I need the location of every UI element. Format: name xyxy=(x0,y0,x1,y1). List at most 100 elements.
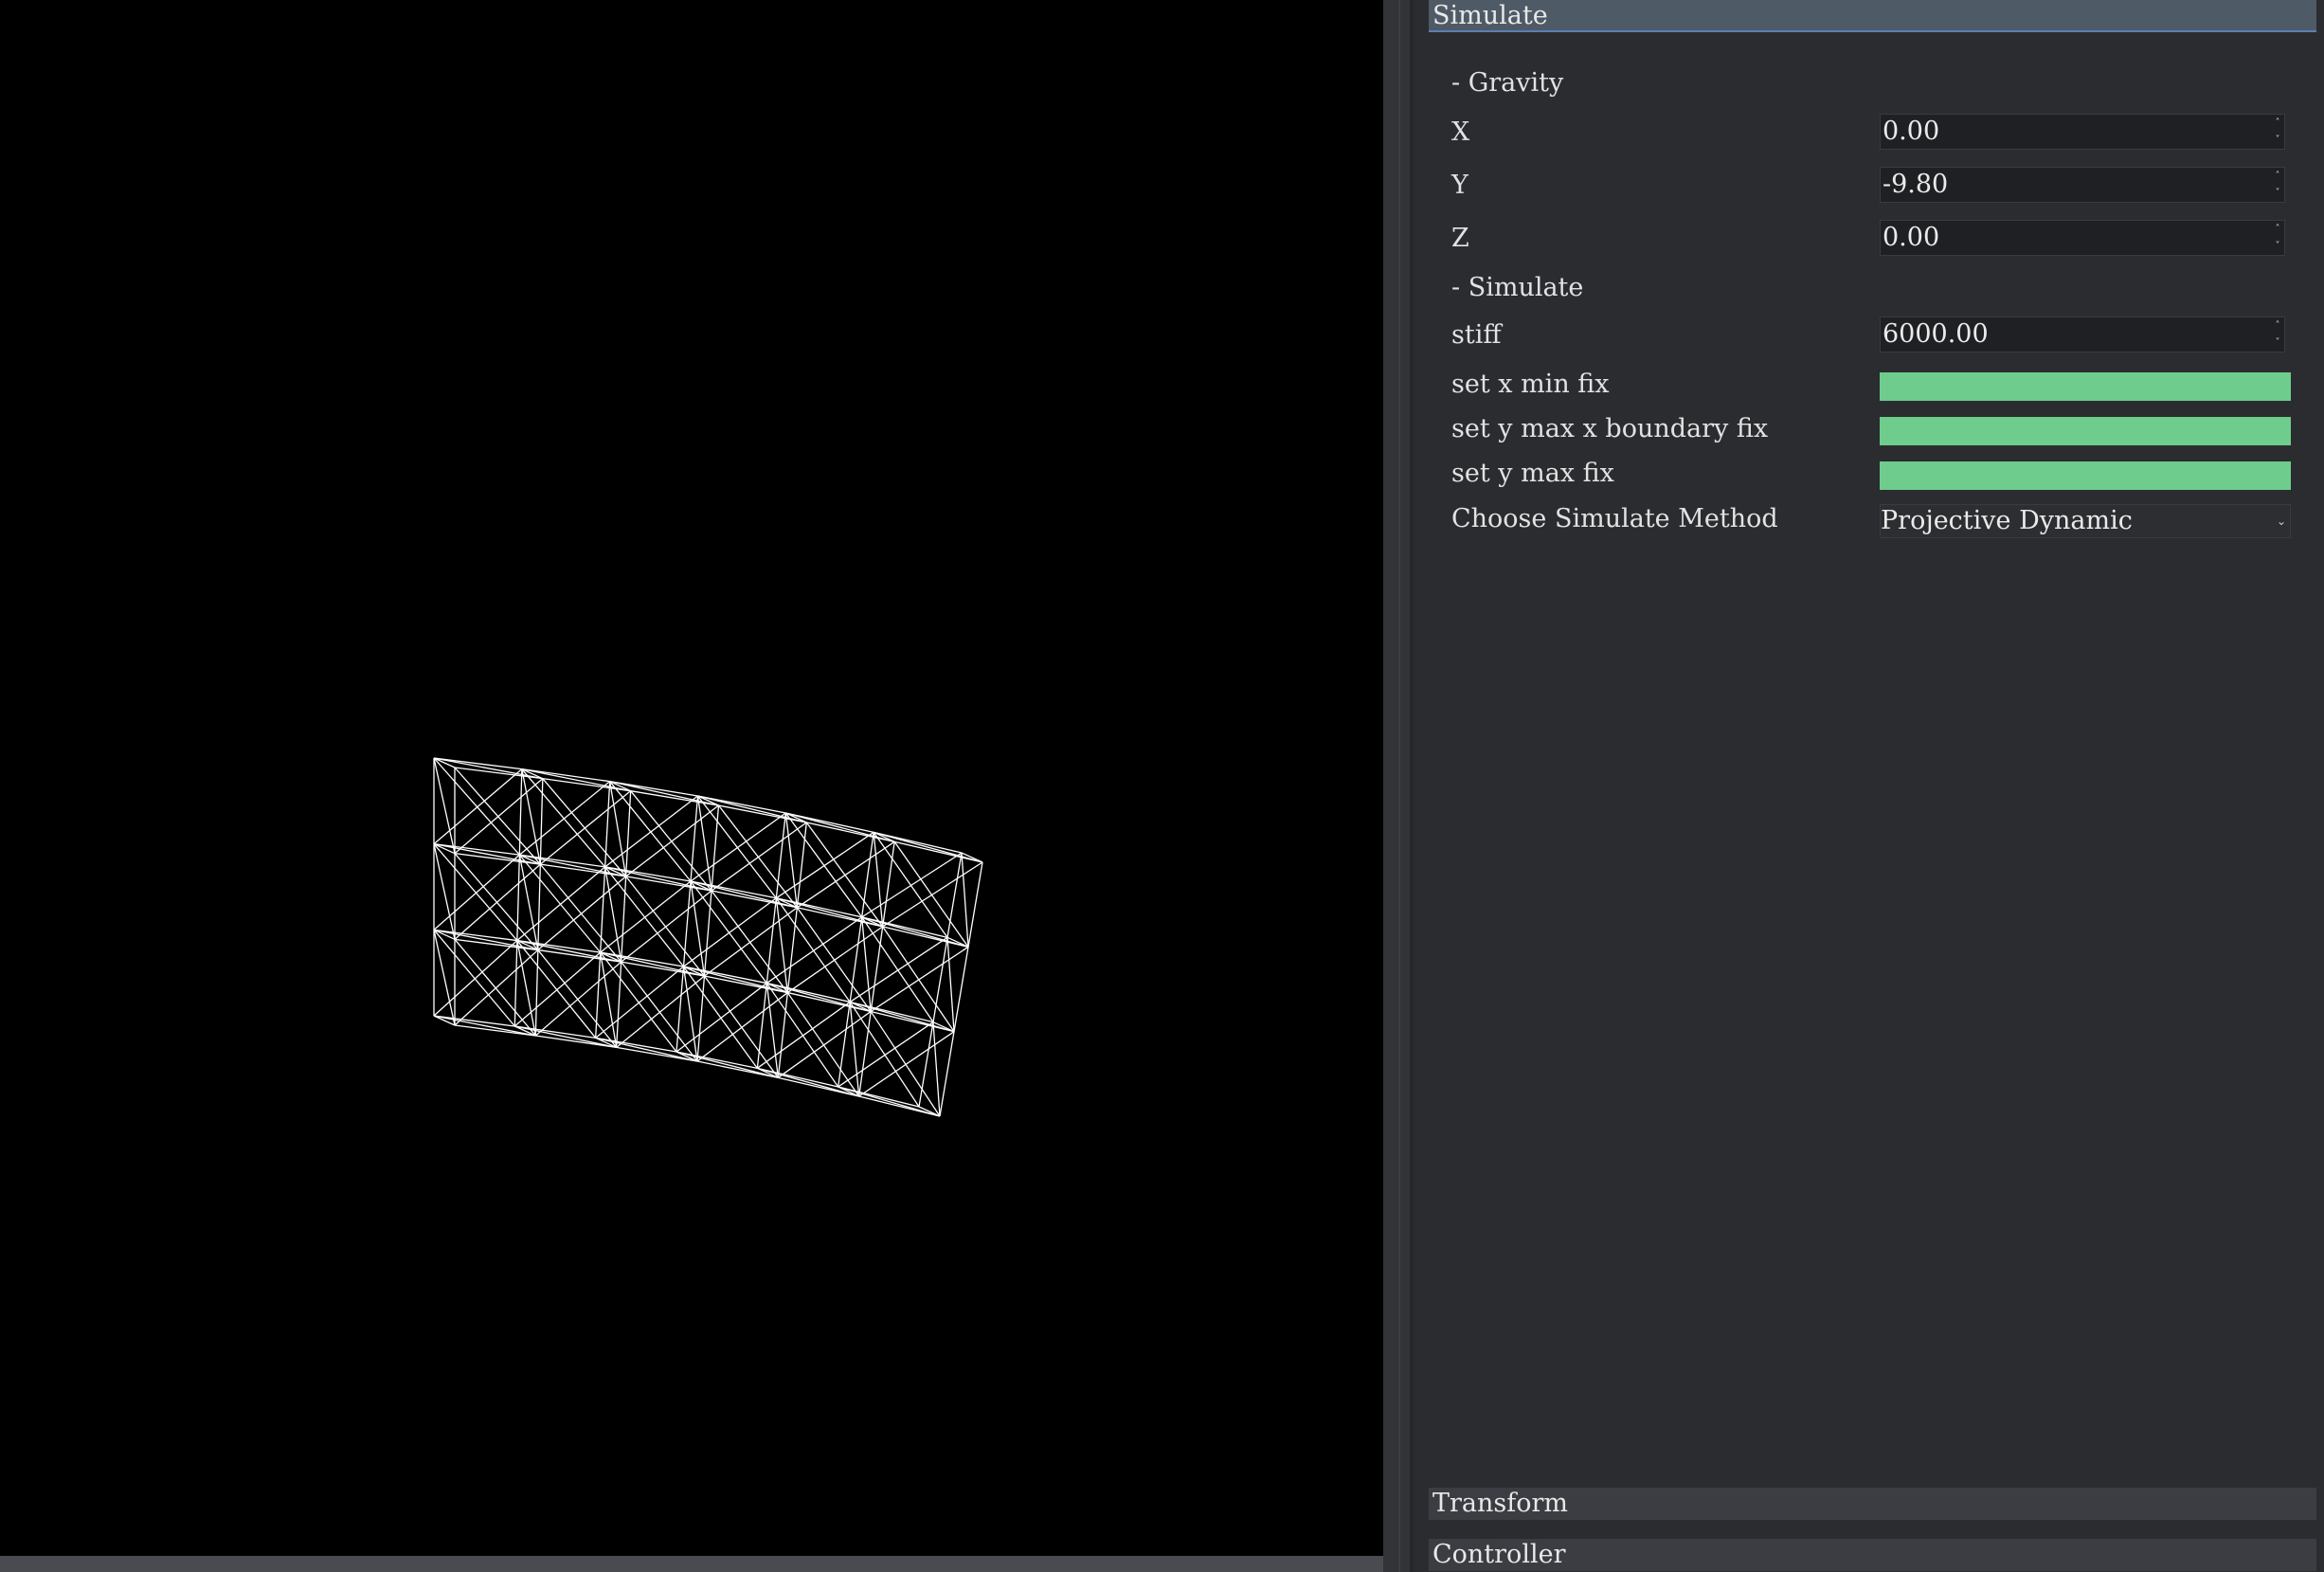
mesh-edge xyxy=(454,778,544,855)
mesh-edge xyxy=(600,951,684,967)
viewport-bottom-bar xyxy=(0,1556,1383,1572)
mesh-edge xyxy=(757,1067,859,1097)
panel-splitter[interactable] xyxy=(1383,0,1414,1572)
mesh-edge xyxy=(858,1031,955,1097)
spin-arrows-icon[interactable]: ˄ ˅ xyxy=(2271,168,2284,202)
mesh-edge xyxy=(433,929,515,1027)
toggle-y-max-fix[interactable] xyxy=(1880,461,2291,490)
chevron-down-icon: ⌄ xyxy=(2276,515,2286,528)
mesh-edge xyxy=(616,975,705,1048)
group-header-transform[interactable]: Transform xyxy=(1429,1488,2316,1520)
gravity-z-value: 0.00 xyxy=(1883,223,1940,252)
mesh-edge xyxy=(918,1021,934,1108)
gravity-y-label: Y xyxy=(1451,171,1468,200)
mesh-edge xyxy=(882,926,955,1033)
mesh-edge xyxy=(604,866,692,882)
mesh-edge xyxy=(849,1002,860,1097)
mesh-edge xyxy=(961,852,969,948)
mesh-edge xyxy=(861,916,969,948)
gravity-z-label: Z xyxy=(1451,224,1469,253)
mesh-edge xyxy=(873,831,983,863)
mesh-edge xyxy=(932,1021,941,1117)
mesh-edge xyxy=(696,795,777,899)
mesh-edge xyxy=(946,937,955,1032)
toggle-label-y-max-fix: set y max fix xyxy=(1451,459,1614,488)
mesh-edge xyxy=(967,861,983,948)
mesh-edge xyxy=(604,866,622,963)
wireframe-mesh xyxy=(433,757,983,1117)
mesh-edge xyxy=(786,992,860,1097)
group-header-simulate[interactable]: Simulate xyxy=(1429,0,2316,32)
mesh-edge xyxy=(870,1011,941,1117)
toggle-label-x-min-fix: set x min fix xyxy=(1451,370,1610,399)
mesh-edge xyxy=(873,832,884,927)
mesh-edge xyxy=(796,907,872,1012)
mesh-edge xyxy=(609,781,698,797)
mesh-edge xyxy=(433,843,518,941)
mesh-edge xyxy=(433,757,520,856)
spin-arrows-icon[interactable]: ˄ ˅ xyxy=(2271,221,2284,255)
app-window: Simulate - Gravity X 0.00 ˄ ˅ Y -9.80 ˄ ˅ … xyxy=(0,0,2324,1572)
mesh-edge xyxy=(893,840,969,948)
mesh-edge xyxy=(946,852,963,938)
toggle-label-y-max-x-boundary-fix: set y max x boundary fix xyxy=(1451,414,1769,443)
mesh-edge xyxy=(805,822,884,928)
toggle-x-min-fix[interactable] xyxy=(1880,372,2291,401)
gravity-x-value: 0.00 xyxy=(1883,117,1940,146)
mesh-edge xyxy=(454,949,539,1026)
mesh-edge xyxy=(433,843,456,940)
mesh-edge xyxy=(516,866,606,942)
mesh-edge xyxy=(776,897,883,928)
mesh-edge xyxy=(838,1086,941,1117)
gravity-z-input[interactable]: 0.00 ˄ ˅ xyxy=(1880,220,2285,256)
mesh-edge xyxy=(696,992,788,1062)
mesh-edge xyxy=(756,1001,851,1069)
mesh-edge xyxy=(600,952,618,1048)
mesh-edge xyxy=(861,916,872,1012)
mesh-edge xyxy=(433,757,543,780)
mesh-edge xyxy=(516,940,597,1039)
mesh-edge xyxy=(433,929,538,951)
mesh-edge xyxy=(454,938,536,1037)
splitter-line xyxy=(1398,0,1400,1572)
mesh-edge xyxy=(861,832,874,917)
gravity-x-input[interactable]: 0.00 ˄ ˅ xyxy=(1880,114,2285,150)
toggle-y-max-x-boundary-fix[interactable] xyxy=(1880,417,2291,445)
mesh-edge xyxy=(433,768,523,845)
group-header-controller[interactable]: Controller xyxy=(1429,1539,2316,1571)
mesh-edge xyxy=(696,975,706,1062)
mesh-edge xyxy=(513,951,602,1027)
gravity-section-header[interactable]: - Gravity xyxy=(1451,68,1563,98)
mesh-edge xyxy=(953,947,969,1032)
spin-arrows-icon[interactable]: ˄ ˅ xyxy=(2271,317,2284,352)
mesh-edge xyxy=(433,854,520,931)
mesh-edge xyxy=(703,975,779,1078)
mesh-edge xyxy=(433,940,518,1017)
method-select[interactable]: Projective Dynamic ⌄ xyxy=(1880,504,2291,538)
gravity-y-value: -9.80 xyxy=(1883,170,1949,199)
properties-panel: Simulate - Gravity X 0.00 ˄ ˅ Y -9.80 ˄ ˅ … xyxy=(1414,0,2324,1572)
mesh-edge xyxy=(690,880,767,984)
method-label: Choose Simulate Method xyxy=(1451,504,1778,533)
mesh-edge xyxy=(682,966,698,1062)
mesh-edge xyxy=(861,916,934,1023)
mesh-edge xyxy=(676,983,767,1053)
3d-viewport[interactable] xyxy=(0,0,1383,1556)
mesh-edge xyxy=(849,1001,955,1033)
gravity-x-label: X xyxy=(1451,117,1470,147)
mesh-edge xyxy=(454,853,539,950)
mesh-edge xyxy=(454,863,541,940)
mesh-edge xyxy=(711,890,788,993)
mesh-edge xyxy=(433,1015,536,1037)
mesh-edge xyxy=(775,812,786,898)
mesh-edge xyxy=(433,757,456,854)
mesh-edge xyxy=(939,1031,955,1117)
mesh-edge xyxy=(534,949,539,1037)
stiff-input[interactable]: 6000.00 ˄ ˅ xyxy=(1880,316,2285,352)
simulate-section-header[interactable]: - Simulate xyxy=(1451,273,1583,302)
stiff-value: 6000.00 xyxy=(1883,319,1989,349)
mesh-edge xyxy=(777,992,788,1078)
mesh-edge xyxy=(518,854,602,953)
gravity-y-input[interactable]: -9.80 ˄ ˅ xyxy=(1880,167,2285,203)
spin-arrows-icon[interactable]: ˄ ˅ xyxy=(2271,115,2284,149)
